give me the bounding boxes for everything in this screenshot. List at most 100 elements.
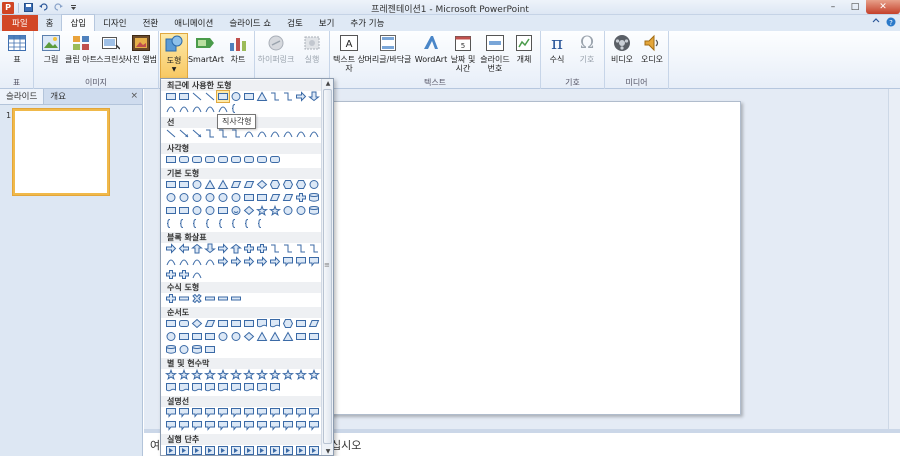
star-shape-icon[interactable] <box>164 368 178 380</box>
circle-shape-icon[interactable] <box>230 91 242 102</box>
rect-shape-icon[interactable] <box>217 318 229 329</box>
equation-button[interactable]: π 수식 <box>543 33 571 64</box>
table-button[interactable]: 표 <box>0 33 34 64</box>
callout-shape-icon[interactable] <box>178 420 190 431</box>
rect-shape-icon[interactable] <box>204 331 216 342</box>
tri-shape-icon[interactable] <box>256 91 268 102</box>
para-shape-icon[interactable] <box>204 318 216 329</box>
rect-shape-icon[interactable] <box>243 192 255 203</box>
rect-shape-icon[interactable] <box>178 205 190 216</box>
elbow-shape-icon[interactable] <box>204 128 216 139</box>
rrect-shape-icon[interactable] <box>178 318 190 329</box>
elbow-shape-icon[interactable] <box>269 91 281 102</box>
star-shape-icon[interactable] <box>268 368 282 380</box>
curve-shape-icon[interactable] <box>191 269 203 280</box>
circle-shape-icon[interactable] <box>178 344 190 355</box>
callout-shape-icon[interactable] <box>269 407 281 418</box>
minus-shape-icon[interactable] <box>217 293 229 304</box>
symbol-button[interactable]: Ω 기호 <box>573 33 601 64</box>
circle-shape-icon[interactable] <box>204 205 216 216</box>
actbtn-shape-icon[interactable] <box>282 445 294 455</box>
rarrow-shape-icon[interactable] <box>269 256 281 267</box>
elbow-shape-icon[interactable] <box>295 243 307 254</box>
minimize-button[interactable]: – <box>822 0 844 14</box>
actbtn-shape-icon[interactable] <box>308 445 320 455</box>
star-shape-icon[interactable] <box>255 204 269 216</box>
rect-shape-icon[interactable] <box>204 344 216 355</box>
curve-shape-icon[interactable] <box>282 128 294 139</box>
star-shape-icon[interactable] <box>203 368 217 380</box>
circle-shape-icon[interactable] <box>230 331 242 342</box>
rect-shape-icon[interactable] <box>295 318 307 329</box>
callout-shape-icon[interactable] <box>217 407 229 418</box>
circle-shape-icon[interactable] <box>204 192 216 203</box>
doc-shape-icon[interactable] <box>191 382 203 393</box>
cyl-shape-icon[interactable] <box>308 192 320 203</box>
smile-shape-icon[interactable] <box>230 205 242 216</box>
slide-thumbnail[interactable] <box>13 109 109 195</box>
curve-shape-icon[interactable] <box>191 103 203 114</box>
minus-shape-icon[interactable] <box>204 293 216 304</box>
curve-shape-icon[interactable] <box>191 256 203 267</box>
rect-shape-icon[interactable] <box>295 331 307 342</box>
gallery-scrollbar[interactable]: ▲ ≡ ▼ <box>321 79 333 455</box>
tab-addins[interactable]: 추가 기능 <box>342 15 392 31</box>
plus-shape-icon[interactable] <box>165 269 177 280</box>
line-shape-icon[interactable] <box>204 91 216 102</box>
para-shape-icon[interactable] <box>308 318 320 329</box>
tab-design[interactable]: 디자인 <box>95 15 134 31</box>
curve-shape-icon[interactable] <box>165 103 177 114</box>
circle-shape-icon[interactable] <box>295 205 307 216</box>
elbow-shape-icon[interactable] <box>217 128 229 139</box>
brace-shape-icon[interactable] <box>217 218 229 229</box>
curve-shape-icon[interactable] <box>178 103 190 114</box>
curve-shape-icon[interactable] <box>165 256 177 267</box>
brace-shape-icon[interactable] <box>230 103 242 114</box>
star-shape-icon[interactable] <box>281 368 295 380</box>
diamond-shape-icon[interactable] <box>191 318 203 329</box>
tri-shape-icon[interactable] <box>256 331 268 342</box>
brace-shape-icon[interactable] <box>191 218 203 229</box>
star-shape-icon[interactable] <box>255 368 269 380</box>
rrect-shape-icon[interactable] <box>204 154 216 165</box>
callout-shape-icon[interactable] <box>243 407 255 418</box>
callout-shape-icon[interactable] <box>191 407 203 418</box>
shapes-button[interactable]: 도형 ▼ <box>160 33 188 81</box>
actbtn-shape-icon[interactable] <box>295 445 307 455</box>
star-shape-icon[interactable] <box>229 368 243 380</box>
rect-shape-icon[interactable] <box>165 205 177 216</box>
para-shape-icon[interactable] <box>230 179 242 190</box>
callout-shape-icon[interactable] <box>308 407 320 418</box>
rrect-shape-icon[interactable] <box>243 154 255 165</box>
callout-shape-icon[interactable] <box>295 407 307 418</box>
line-shape-icon[interactable] <box>165 128 177 139</box>
screenshot-button[interactable]: 스크린샷 <box>94 33 128 64</box>
callout-shape-icon[interactable] <box>165 407 177 418</box>
hex-shape-icon[interactable] <box>269 179 281 190</box>
rect-shape-icon[interactable] <box>165 91 177 102</box>
rect-shape-icon[interactable] <box>165 179 177 190</box>
diamond-shape-icon[interactable] <box>243 205 255 216</box>
hyperlink-button[interactable]: 하이퍼링크 <box>255 33 297 64</box>
callout-shape-icon[interactable] <box>295 420 307 431</box>
doc-shape-icon[interactable] <box>204 382 216 393</box>
star-shape-icon[interactable] <box>268 204 282 216</box>
object-button[interactable]: 개체 <box>510 33 538 64</box>
circle-shape-icon[interactable] <box>191 179 203 190</box>
rrect-shape-icon[interactable] <box>230 154 242 165</box>
audio-button[interactable]: 오디오 <box>637 33 667 64</box>
diamond-shape-icon[interactable] <box>256 179 268 190</box>
elbow-shape-icon[interactable] <box>269 243 281 254</box>
smartart-button[interactable]: SmartArt <box>188 33 224 64</box>
curve-shape-icon[interactable] <box>256 128 268 139</box>
callout-shape-icon[interactable] <box>308 256 320 267</box>
callout-shape-icon[interactable] <box>282 420 294 431</box>
scroll-down-icon[interactable]: ▼ <box>322 447 333 455</box>
elbow-shape-icon[interactable] <box>308 243 320 254</box>
star-shape-icon[interactable] <box>307 368 321 380</box>
picture-button[interactable]: 그림 <box>34 33 68 64</box>
circle-shape-icon[interactable] <box>165 331 177 342</box>
doc-shape-icon[interactable] <box>230 382 242 393</box>
tab-view[interactable]: 보기 <box>311 15 343 31</box>
rect-shape-icon[interactable] <box>178 331 190 342</box>
